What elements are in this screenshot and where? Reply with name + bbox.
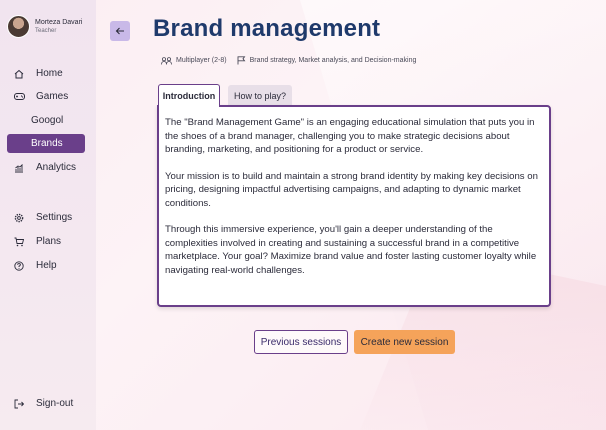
tab-introduction[interactable]: Introduction — [158, 84, 220, 107]
back-button[interactable] — [110, 21, 130, 41]
gamepad-icon — [14, 92, 28, 101]
gear-icon — [14, 213, 28, 223]
sidebar-item-brands[interactable]: Brands — [7, 134, 85, 153]
tab-how-to-play[interactable]: How to play? — [228, 85, 292, 106]
tab-panel-introduction: The "Brand Management Game" is an engagi… — [157, 105, 551, 307]
game-meta: Multiplayer (2-8) Brand strategy, Market… — [161, 56, 426, 65]
home-icon — [14, 69, 28, 79]
sidebar-item-label: Games — [36, 91, 69, 102]
sidebar-item-plans[interactable]: Plans — [7, 232, 85, 251]
cart-icon — [14, 237, 28, 247]
sidebar-item-analytics[interactable]: Analytics — [7, 158, 85, 177]
main-content: Brand management Multiplayer (2-8) Brand… — [96, 0, 606, 430]
skills-info: Brand strategy, Market analysis, and Dec… — [237, 56, 417, 65]
user-profile[interactable]: Morteza Davari Teacher — [7, 15, 82, 38]
sidebar: Morteza Davari Teacher Home Games Googol… — [0, 0, 96, 430]
user-role: Teacher — [35, 27, 57, 34]
sidebar-item-label: Plans — [36, 236, 62, 247]
players-label: Multiplayer (2-8) — [176, 57, 227, 64]
user-name: Morteza Davari — [35, 18, 83, 26]
sidebar-item-home[interactable]: Home — [7, 64, 85, 83]
sidebar-item-settings[interactable]: Settings — [7, 208, 85, 227]
skills-label: Brand strategy, Market analysis, and Dec… — [249, 57, 417, 64]
intro-paragraph: The "Brand Management Game" is an engagi… — [165, 117, 535, 155]
sidebar-item-label: Analytics — [36, 162, 77, 173]
flag-icon — [237, 56, 245, 65]
avatar — [7, 15, 30, 38]
sidebar-item-help[interactable]: Help — [7, 256, 85, 275]
users-icon — [161, 56, 172, 65]
create-new-session-button[interactable]: Create new session — [354, 330, 455, 354]
sidebar-item-label: Googol — [31, 115, 64, 126]
sidebar-item-googol[interactable]: Googol — [7, 111, 85, 130]
intro-paragraph: Your mission is to build and maintain a … — [165, 170, 538, 209]
analytics-icon — [14, 163, 28, 173]
help-icon — [14, 260, 28, 271]
sidebar-item-games[interactable]: Games — [7, 87, 85, 106]
sidebar-item-label: Help — [36, 260, 57, 271]
sidebar-item-label: Brands — [31, 138, 63, 149]
previous-sessions-button[interactable]: Previous sessions — [254, 330, 348, 354]
players-info: Multiplayer (2-8) — [161, 56, 227, 65]
sidebar-item-signout[interactable]: Sign-out — [7, 394, 85, 413]
arrow-left-icon — [115, 27, 124, 35]
sidebar-item-label: Sign-out — [36, 398, 74, 409]
intro-paragraph: Through this immersive experience, you'l… — [165, 224, 537, 276]
page-title: Brand management — [153, 15, 381, 42]
signout-icon — [14, 399, 28, 409]
sidebar-item-label: Settings — [36, 212, 73, 223]
sidebar-item-label: Home — [36, 68, 63, 79]
